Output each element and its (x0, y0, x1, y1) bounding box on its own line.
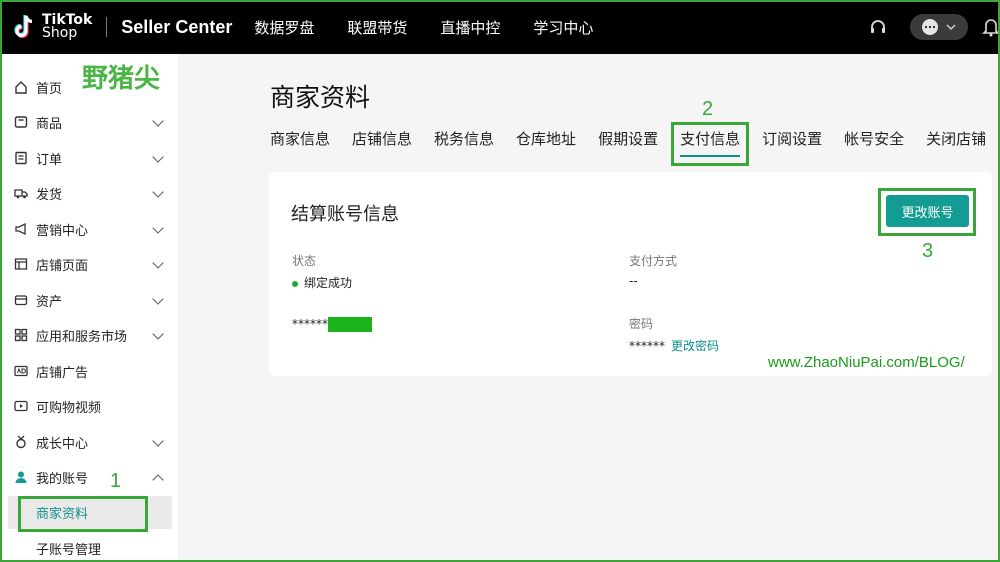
product-icon (14, 116, 28, 128)
sidebar-item-growth-center[interactable]: 成长中心 (0, 427, 178, 457)
apps-icon (14, 328, 28, 342)
status-text: 绑定成功 (304, 276, 353, 290)
app-title: Seller Center (121, 16, 233, 37)
sidebar-item-shoppable-video[interactable]: 可购物视频 (0, 391, 178, 421)
sidebar-item-marketing[interactable]: 营销中心 (0, 214, 178, 244)
profile-tabs: 商家信息 店铺信息 税务信息 仓库地址 假期设置 支付信息 订阅设置 帐号安全 … (270, 128, 1000, 158)
account-number: ****** (292, 317, 372, 332)
sidebar-item-store-ads[interactable]: 店铺广告 (0, 356, 178, 386)
header-actions (868, 0, 1000, 54)
chevron-up-icon (152, 474, 164, 486)
redaction-block (328, 317, 372, 332)
payment-method-value: -- (629, 274, 638, 288)
annotation-box-2 (671, 122, 749, 166)
home-icon (15, 81, 27, 94)
tab-account-security[interactable]: 帐号安全 (844, 128, 904, 158)
megaphone-icon (15, 222, 26, 236)
annotation-number-2: 2 (702, 98, 714, 120)
account-menu-button[interactable] (910, 14, 968, 40)
tab-warehouse-address[interactable]: 仓库地址 (516, 128, 576, 158)
truck-icon (14, 189, 28, 199)
password-masked: ****** (629, 339, 665, 353)
tab-close-store[interactable]: 关闭店铺 (926, 128, 986, 158)
tab-holiday-settings[interactable]: 假期设置 (598, 128, 658, 158)
top-nav-affiliate[interactable]: 联盟带货 (347, 17, 407, 38)
sidebar-item-label: 发货 (36, 187, 63, 203)
top-nav-learning-center[interactable]: 学习中心 (533, 17, 593, 38)
sidebar-item-orders[interactable]: 订单 (0, 143, 178, 173)
medal-icon (16, 435, 26, 449)
tab-subscription-settings[interactable]: 订阅设置 (762, 128, 822, 158)
tab-merchant-info[interactable]: 商家信息 (270, 128, 330, 158)
sidebar-subitem-sub-accounts[interactable]: 子账号管理 (8, 532, 172, 562)
top-nav: 数据罗盘 联盟带货 直播中控 学习中心 (254, 17, 626, 38)
sidebar-item-assets[interactable]: 资产 (0, 285, 178, 315)
sidebar-item-label: 应用和服务市场 (36, 329, 128, 345)
tab-tax-info[interactable]: 税务信息 (434, 128, 494, 158)
top-nav-live-control[interactable]: 直播中控 (440, 17, 500, 38)
chevron-down-icon (946, 24, 956, 31)
user-icon (15, 471, 27, 483)
sidebar-item-label: 商品 (36, 116, 63, 132)
status-value: 绑定成功 (292, 274, 352, 291)
chevron-down-icon (152, 257, 164, 269)
tiktok-shop-logo[interactable]: TikTok Shop (12, 0, 92, 54)
header-divider (106, 17, 108, 37)
chevron-down-icon (152, 115, 164, 127)
bell-icon[interactable] (982, 17, 1000, 37)
account-masked: ****** (292, 317, 328, 331)
annotation-box-1 (18, 496, 148, 532)
sidebar-item-label: 首页 (36, 81, 63, 97)
status-dot-icon (292, 280, 298, 287)
sidebar-item-label: 订单 (36, 152, 63, 168)
payment-method-label: 支付方式 (629, 254, 678, 268)
sidebar-item-label: 店铺页面 (36, 258, 89, 274)
top-nav-data-compass[interactable]: 数据罗盘 (254, 17, 314, 38)
sidebar-item-label: 资产 (36, 294, 63, 310)
video-icon (14, 400, 28, 412)
order-icon (15, 151, 27, 165)
sidebar-item-label: 成长中心 (36, 436, 89, 452)
watermark-text: 野猪尖 (82, 64, 161, 94)
sidebar-item-label: 营销中心 (36, 223, 89, 239)
chevron-down-icon (152, 293, 164, 305)
change-password-link[interactable]: 更改密码 (671, 339, 719, 353)
wallet-icon (14, 295, 28, 306)
card-title: 结算账号信息 (291, 204, 399, 225)
annotation-number-1: 1 (110, 470, 122, 492)
chevron-down-icon (152, 151, 164, 163)
top-bar: TikTok Shop Seller Center 数据罗盘 联盟带货 直播中控… (0, 0, 1000, 54)
sidebar-item-my-account[interactable]: 我的账号 (0, 462, 178, 492)
password-row: ****** 更改密码 (629, 337, 719, 354)
sidebar-item-store-page[interactable]: 店铺页面 (0, 249, 178, 279)
chat-bubble-icon (922, 19, 938, 35)
page-title: 商家资料 (270, 83, 371, 112)
annotation-number-3: 3 (922, 240, 934, 262)
chevron-down-icon (152, 435, 164, 447)
sidebar-item-shipping[interactable]: 发货 (0, 178, 178, 208)
password-label: 密码 (629, 317, 654, 331)
sidebar-item-label: 我的账号 (36, 471, 89, 487)
ad-icon (14, 365, 28, 377)
sidebar-item-label: 可购物视频 (36, 400, 102, 416)
chevron-down-icon (152, 186, 164, 198)
annotation-box-3 (878, 188, 976, 236)
headset-icon[interactable] (868, 17, 888, 37)
sidebar-item-app-market[interactable]: 应用和服务市场 (0, 320, 178, 350)
logo-line-shop: Shop (42, 25, 78, 41)
url-watermark: www.ZhaoNiuPai.com/BLOG/ (768, 354, 965, 371)
tab-store-info[interactable]: 店铺信息 (352, 128, 412, 158)
tiktok-logo-icon (14, 15, 33, 39)
chevron-down-icon (152, 222, 164, 234)
chevron-down-icon (152, 328, 164, 340)
store-icon (14, 258, 28, 270)
sidebar-item-label: 店铺广告 (36, 365, 89, 381)
status-label: 状态 (292, 254, 317, 268)
sidebar-item-products[interactable]: 商品 (0, 107, 178, 137)
